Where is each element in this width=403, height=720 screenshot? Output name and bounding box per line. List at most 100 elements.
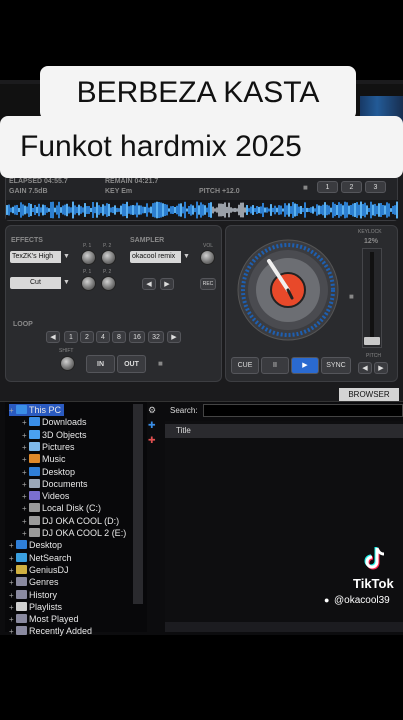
tree-item[interactable]: + Genres xyxy=(9,576,59,588)
sampler-volume-knob[interactable] xyxy=(200,250,215,265)
tree-item[interactable]: +3D Objects xyxy=(22,429,87,441)
pitch-up-button[interactable]: ▶ xyxy=(374,362,388,374)
waveform-bar xyxy=(336,205,338,215)
effect-select[interactable]: TexZK's High ▼ xyxy=(10,251,72,263)
effect-param-3-knob[interactable] xyxy=(81,276,96,291)
loop-halve-button[interactable]: ◀ xyxy=(46,331,60,343)
tree-item[interactable]: + Downloads xyxy=(22,416,87,428)
expand-icon[interactable]: + xyxy=(22,516,29,528)
expand-icon[interactable]: + xyxy=(9,553,16,565)
hotcue-1-button[interactable]: 1 xyxy=(317,181,338,193)
expand-icon[interactable]: + xyxy=(22,479,29,491)
expand-icon[interactable]: + xyxy=(9,614,16,626)
tree-item[interactable]: + Documents xyxy=(22,478,88,490)
tree-item[interactable]: + Most Played xyxy=(9,613,79,625)
tree-item[interactable]: + DJ OKA COOL 2 (E:) xyxy=(22,527,126,539)
expand-icon[interactable]: + xyxy=(9,590,16,602)
pitch-down-button[interactable]: ◀ xyxy=(358,362,372,374)
tree-item[interactable]: + Videos xyxy=(22,490,69,502)
cue-button[interactable]: CUE xyxy=(231,357,259,374)
elapsed-readout: ELAPSED 04:55.7 xyxy=(9,178,68,185)
waveform-bar xyxy=(290,206,292,214)
loop-2-button[interactable]: 2 xyxy=(80,331,94,343)
loop-32-button[interactable]: 32 xyxy=(148,331,164,343)
tree-item-label: Desktop xyxy=(29,540,63,551)
sampler-play-button[interactable]: ▶ xyxy=(160,278,174,290)
loop-in-button[interactable]: IN xyxy=(86,355,115,373)
effect-select-2-value: Cut xyxy=(30,279,41,286)
expand-icon[interactable]: + xyxy=(22,454,29,466)
expand-icon[interactable]: + xyxy=(22,528,29,540)
tree-item[interactable]: + GeniusDJ xyxy=(9,564,69,576)
chevron-down-icon: ▼ xyxy=(61,277,72,289)
folder-icon xyxy=(29,454,40,464)
waveform-bar xyxy=(256,206,258,214)
expand-icon[interactable]: + xyxy=(9,602,16,614)
waveform-bar xyxy=(108,203,110,217)
effect-param-1-knob[interactable] xyxy=(81,250,96,265)
pause-button[interactable]: II xyxy=(261,357,289,374)
expand-icon[interactable]: + xyxy=(22,467,29,479)
loop-shift-knob[interactable] xyxy=(60,356,75,371)
expand-icon[interactable]: + xyxy=(9,626,16,638)
waveform-bar xyxy=(240,202,242,218)
expand-icon[interactable]: + xyxy=(9,565,16,577)
tree-item[interactable]: + DJ OKA COOL (D:) xyxy=(22,515,119,527)
folder-icon xyxy=(29,503,40,513)
waveform-bar xyxy=(16,204,18,216)
jog-wheel[interactable] xyxy=(236,238,340,342)
expand-icon[interactable]: + xyxy=(22,491,29,503)
sampler-select[interactable]: okacool remix ▼ xyxy=(130,251,192,263)
tree-item[interactable]: + Pictures xyxy=(22,441,75,453)
tree-item[interactable]: + History xyxy=(9,589,57,601)
waveform-bar xyxy=(390,208,392,212)
search-folder-icon[interactable]: ⚙ xyxy=(148,405,156,416)
waveform-bar xyxy=(106,203,108,217)
tree-item[interactable]: + Recently Added xyxy=(9,625,92,637)
browser-tab[interactable]: BROWSER xyxy=(339,388,399,401)
loop-double-button[interactable]: ▶ xyxy=(167,331,181,343)
tree-item[interactable]: + Music xyxy=(22,453,66,465)
add-favorite-icon[interactable]: ✚ xyxy=(148,435,156,446)
expand-icon[interactable]: + xyxy=(9,577,16,589)
loop-4-button[interactable]: 4 xyxy=(96,331,110,343)
tree-item-label: Most Played xyxy=(29,614,79,625)
sampler-prev-button[interactable]: ◀ xyxy=(142,278,156,290)
tree-item[interactable]: + Desktop xyxy=(9,539,62,551)
loop-1-button[interactable]: 1 xyxy=(64,331,78,343)
effect-select-2[interactable]: Cut ▼ xyxy=(10,277,72,289)
folder-icon xyxy=(29,417,40,427)
track-waveform[interactable] xyxy=(6,200,398,220)
column-title[interactable]: Title xyxy=(176,426,191,435)
loop-16-button[interactable]: 16 xyxy=(129,331,145,343)
hotcue-3-button[interactable]: 3 xyxy=(365,181,386,193)
tree-item[interactable]: + Desktop xyxy=(22,466,75,478)
effect-param-4-knob[interactable] xyxy=(101,276,116,291)
expand-icon[interactable]: + xyxy=(22,430,29,442)
loop-out-button[interactable]: OUT xyxy=(117,355,146,373)
tracklist-bottom-scroll[interactable] xyxy=(165,622,403,632)
tree-item[interactable]: + NetSearch xyxy=(9,552,72,564)
expand-icon[interactable]: + xyxy=(22,417,29,429)
search-input[interactable] xyxy=(203,404,403,417)
sync-button[interactable]: SYNC xyxy=(321,357,351,374)
expand-icon[interactable]: + xyxy=(9,405,16,417)
add-folder-icon[interactable]: ✚ xyxy=(148,420,156,431)
expand-icon[interactable]: + xyxy=(22,503,29,515)
waveform-bar xyxy=(142,206,144,214)
tree-scrollbar[interactable] xyxy=(133,404,143,604)
effect-param-2-knob[interactable] xyxy=(101,250,116,265)
shift-label: SHIFT xyxy=(59,348,74,354)
tree-item[interactable]: + Local Disk (C:) xyxy=(22,502,101,514)
expand-icon[interactable]: + xyxy=(22,442,29,454)
hotcue-2-button[interactable]: 2 xyxy=(341,181,362,193)
pitch-slider-handle[interactable] xyxy=(364,337,380,345)
waveform-bar xyxy=(90,207,92,213)
expand-icon[interactable]: + xyxy=(9,540,16,552)
loop-8-button[interactable]: 8 xyxy=(112,331,126,343)
chevron-down-icon: ▼ xyxy=(181,251,192,263)
play-button[interactable]: ▶ xyxy=(291,357,319,374)
tree-item[interactable]: + Playlists xyxy=(9,601,62,613)
record-button[interactable]: REC xyxy=(200,278,216,290)
tree-item[interactable]: + This PC xyxy=(9,404,65,417)
